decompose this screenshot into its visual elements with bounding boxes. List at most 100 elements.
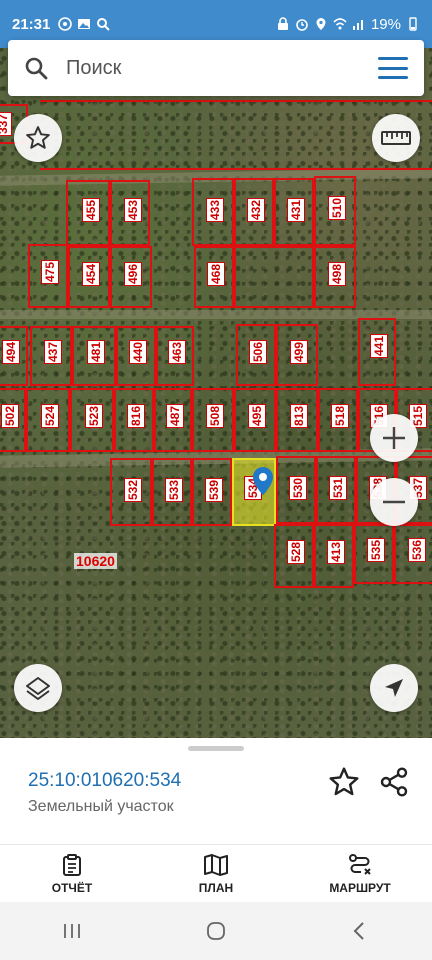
plot[interactable]: 454 bbox=[68, 246, 110, 308]
search-icon bbox=[25, 57, 48, 80]
plot-label: 463 bbox=[168, 340, 186, 365]
object-info-sheet[interactable]: 25:10:010620:534 Земельный участок bbox=[0, 738, 432, 844]
plot[interactable]: 432 bbox=[234, 178, 274, 246]
tab-route-label: МАРШРУТ bbox=[329, 880, 391, 895]
plot[interactable]: 531 bbox=[316, 456, 356, 524]
plot[interactable]: 433 bbox=[192, 178, 234, 246]
plot-label: 496 bbox=[124, 262, 142, 287]
plot[interactable]: 524 bbox=[26, 388, 70, 452]
search-input[interactable]: Поиск bbox=[66, 57, 378, 80]
plot[interactable]: 499 bbox=[276, 324, 318, 386]
plot[interactable]: 496 bbox=[110, 246, 152, 308]
minus-icon bbox=[383, 500, 405, 504]
plot[interactable]: 502 bbox=[0, 388, 26, 452]
search-status-icon bbox=[97, 18, 111, 31]
plus-icon bbox=[383, 427, 405, 449]
plot[interactable]: 463 bbox=[156, 326, 194, 386]
home-icon[interactable] bbox=[205, 920, 227, 942]
plot[interactable]: 440 bbox=[116, 326, 156, 386]
plot-label: 454 bbox=[82, 262, 100, 287]
route-icon bbox=[349, 853, 371, 875]
menu-icon[interactable] bbox=[378, 57, 408, 79]
navigation-arrow-icon bbox=[385, 679, 403, 697]
plot[interactable]: 453 bbox=[110, 180, 150, 246]
plot[interactable]: 536 bbox=[394, 524, 432, 584]
plot-label: 413 bbox=[327, 540, 345, 565]
cadastral-number[interactable]: 25:10:010620:534 bbox=[28, 770, 181, 792]
recent-apps-icon[interactable] bbox=[61, 921, 83, 941]
plot-label: 502 bbox=[1, 404, 19, 429]
cadastral-map[interactable]: 337 455 453 433 432 431 510 475 454 496 … bbox=[0, 48, 432, 738]
plot-label: 816 bbox=[127, 404, 145, 429]
plot-label: 433 bbox=[206, 198, 224, 223]
ruler-icon bbox=[381, 131, 411, 145]
plot[interactable]: 481 bbox=[72, 326, 116, 386]
plot[interactable]: 506 bbox=[236, 324, 276, 386]
plot[interactable]: 532 bbox=[110, 458, 152, 526]
plot[interactable]: 468 bbox=[194, 246, 234, 308]
plot[interactable]: 813 bbox=[276, 388, 318, 452]
plot[interactable]: 530 bbox=[276, 456, 316, 524]
plot[interactable]: 518 bbox=[318, 388, 358, 452]
favorite-map-button[interactable] bbox=[14, 114, 62, 162]
plot-label: 432 bbox=[247, 198, 265, 223]
ruler-button[interactable] bbox=[372, 114, 420, 162]
lock-icon bbox=[277, 17, 288, 30]
layers-button[interactable] bbox=[14, 664, 62, 712]
plot-label: 532 bbox=[124, 478, 142, 503]
plot[interactable]: 533 bbox=[152, 458, 192, 526]
plot-label: 528 bbox=[287, 540, 305, 565]
bottom-tab-bar: ОТЧЁТ ПЛАН МАРШРУТ bbox=[0, 844, 432, 902]
star-icon bbox=[26, 126, 50, 149]
plot-label: 530 bbox=[289, 476, 307, 501]
plot-label: 431 bbox=[287, 198, 305, 223]
tab-report[interactable]: ОТЧЁТ bbox=[0, 845, 144, 902]
wifi-icon bbox=[333, 18, 347, 30]
plot[interactable]: 487 bbox=[154, 388, 192, 452]
plot[interactable]: 437 bbox=[30, 326, 72, 386]
plot[interactable]: 508 bbox=[192, 388, 234, 452]
cadastral-quarter-label: 10620 bbox=[74, 553, 117, 569]
plot-label: 533 bbox=[165, 478, 183, 503]
plot[interactable]: 495 bbox=[234, 388, 276, 452]
my-location-button[interactable] bbox=[370, 664, 418, 712]
plot[interactable]: 535 bbox=[354, 524, 394, 584]
whatsapp-icon bbox=[58, 17, 73, 31]
tab-plan-label: ПЛАН bbox=[198, 880, 234, 895]
plot bbox=[234, 246, 314, 308]
plot[interactable]: 455 bbox=[66, 180, 110, 246]
plot-label: 524 bbox=[41, 404, 59, 429]
search-bar[interactable]: Поиск bbox=[8, 40, 424, 96]
battery-percent: 19% bbox=[370, 15, 401, 33]
zoom-in-button[interactable] bbox=[370, 414, 418, 462]
plot-label: 437 bbox=[44, 340, 62, 365]
plot-label: 536 bbox=[408, 538, 426, 563]
plot-label: 498 bbox=[328, 262, 346, 287]
back-icon[interactable] bbox=[349, 920, 371, 942]
plot-label: 495 bbox=[248, 404, 266, 429]
plot[interactable]: 528 bbox=[274, 524, 314, 588]
tab-plan[interactable]: ПЛАН bbox=[144, 845, 288, 902]
plot-label: 487 bbox=[166, 404, 184, 429]
layers-icon bbox=[26, 677, 50, 700]
plot-label: 455 bbox=[82, 198, 100, 223]
plot-label: 494 bbox=[2, 340, 20, 365]
favorite-star-icon[interactable] bbox=[328, 766, 360, 798]
plot[interactable]: 431 bbox=[274, 178, 314, 246]
plot[interactable]: 413 bbox=[314, 524, 354, 588]
plot[interactable]: 475 bbox=[28, 244, 68, 308]
plot[interactable]: 510 bbox=[314, 176, 356, 246]
plot-label: 508 bbox=[206, 404, 224, 429]
tab-route[interactable]: МАРШРУТ bbox=[288, 845, 432, 902]
share-icon[interactable] bbox=[378, 766, 410, 798]
plot[interactable]: 816 bbox=[114, 388, 154, 452]
gallery-icon bbox=[78, 19, 91, 29]
plot[interactable]: 498 bbox=[314, 246, 356, 308]
system-navigation-bar bbox=[0, 902, 432, 960]
plot[interactable]: 441 bbox=[358, 318, 396, 386]
zoom-out-button[interactable] bbox=[370, 478, 418, 526]
plot[interactable]: 494 bbox=[0, 326, 28, 386]
drag-handle[interactable] bbox=[188, 746, 244, 751]
plot[interactable]: 539 bbox=[192, 458, 232, 526]
plot[interactable]: 523 bbox=[70, 388, 114, 452]
